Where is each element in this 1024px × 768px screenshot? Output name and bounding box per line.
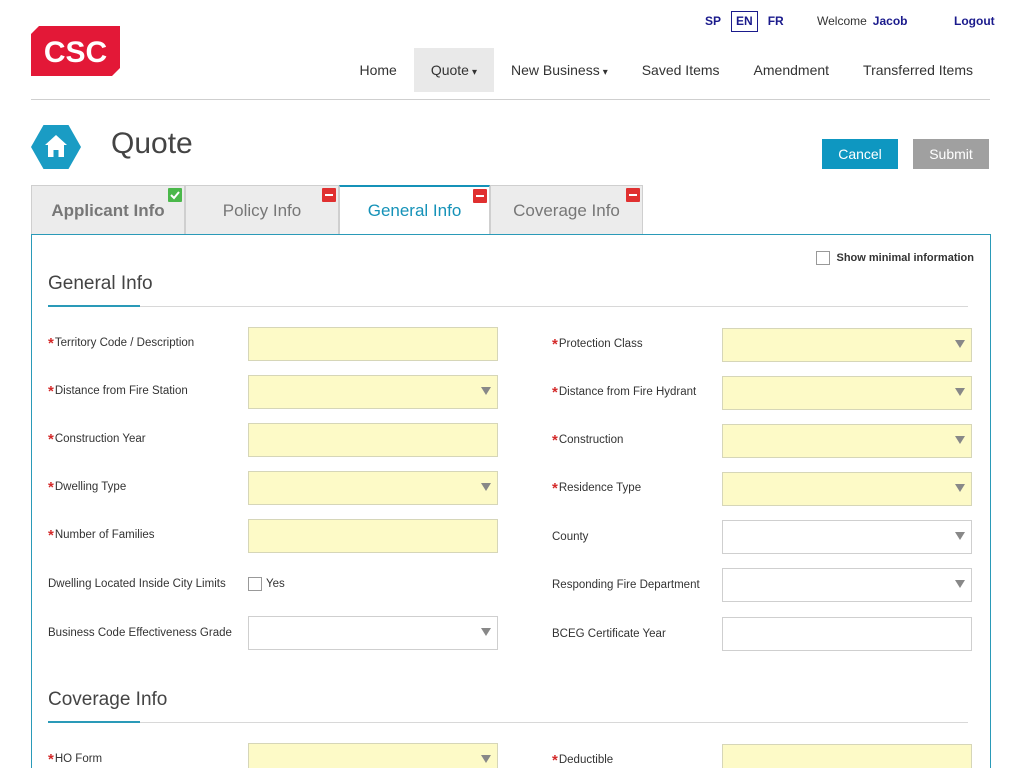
general-info-heading: General Info bbox=[48, 273, 153, 294]
check-icon bbox=[168, 188, 182, 202]
construction-select[interactable] bbox=[722, 424, 972, 458]
nav-saved-items[interactable]: Saved Items bbox=[625, 48, 737, 92]
dwelling-type-label: *Dwelling Type bbox=[48, 479, 127, 496]
logo-text: CSC bbox=[44, 36, 107, 69]
deductible-label: *Deductible bbox=[552, 752, 614, 768]
coverage-info-divider bbox=[48, 721, 968, 723]
distance-station-label: *Distance from Fire Station bbox=[48, 383, 188, 400]
city-limits-label: Dwelling Located Inside City Limits bbox=[48, 578, 226, 590]
bceg-year-label: BCEG Certificate Year bbox=[552, 628, 666, 640]
language-switcher: SP EN FR bbox=[700, 11, 794, 32]
user-name[interactable]: Jacob bbox=[873, 14, 908, 28]
lang-sp[interactable]: SP bbox=[700, 11, 726, 32]
nav-quote[interactable]: Quote ▾ bbox=[413, 48, 494, 92]
nav-transferred-items[interactable]: Transferred Items bbox=[846, 48, 990, 92]
coverage-info-heading: Coverage Info bbox=[48, 689, 168, 710]
fire-department-label: Responding Fire Department bbox=[552, 579, 700, 591]
fire-department-select[interactable] bbox=[722, 568, 972, 602]
minus-icon bbox=[473, 189, 487, 203]
chevron-down-icon: ▾ bbox=[471, 67, 477, 78]
chevron-down-icon bbox=[955, 484, 965, 492]
lang-en[interactable]: EN bbox=[731, 11, 758, 32]
logout-link[interactable]: Logout bbox=[954, 14, 995, 28]
home-icon[interactable] bbox=[31, 122, 81, 172]
chevron-down-icon bbox=[955, 340, 965, 348]
welcome-message: Welcome Jacob bbox=[817, 14, 907, 28]
tab-general-info[interactable]: General Info bbox=[339, 185, 490, 236]
construction-year-input[interactable] bbox=[248, 423, 498, 457]
nav-home[interactable]: Home bbox=[342, 48, 413, 92]
county-label: County bbox=[552, 531, 589, 543]
number-families-label: *Number of Families bbox=[48, 527, 155, 544]
welcome-label: Welcome bbox=[817, 14, 867, 28]
minus-icon bbox=[626, 188, 640, 202]
show-minimal-toggle[interactable]: Show minimal information bbox=[816, 251, 974, 265]
number-families-input[interactable] bbox=[248, 519, 498, 553]
header-divider bbox=[31, 99, 990, 100]
city-limits-toggle[interactable]: Yes bbox=[248, 577, 285, 591]
tab-panel: Show minimal information General Info *T… bbox=[31, 234, 991, 768]
chevron-down-icon bbox=[955, 388, 965, 396]
construction-year-label: *Construction Year bbox=[48, 431, 146, 448]
minus-icon bbox=[322, 188, 336, 202]
distance-hydrant-select[interactable] bbox=[722, 376, 972, 410]
city-limits-checkbox[interactable] bbox=[248, 577, 262, 591]
tab-applicant-info[interactable]: Applicant Info bbox=[31, 185, 185, 235]
bceg-grade-label: Business Code Effectiveness Grade bbox=[48, 627, 232, 639]
tab-policy-info[interactable]: Policy Info bbox=[185, 185, 339, 235]
general-info-divider bbox=[48, 305, 968, 307]
submit-button[interactable]: Submit bbox=[913, 139, 989, 169]
ho-form-select[interactable] bbox=[248, 743, 498, 768]
dwelling-type-select[interactable] bbox=[248, 471, 498, 505]
chevron-down-icon bbox=[955, 580, 965, 588]
chevron-down-icon bbox=[481, 387, 491, 395]
construction-label: *Construction bbox=[552, 432, 624, 449]
ho-form-label: *HO Form bbox=[48, 751, 103, 768]
distance-station-select[interactable] bbox=[248, 375, 498, 409]
chevron-down-icon: ▾ bbox=[602, 67, 608, 78]
residence-type-label: *Residence Type bbox=[552, 480, 642, 497]
tab-coverage-info[interactable]: Coverage Info bbox=[490, 185, 643, 235]
show-minimal-checkbox[interactable] bbox=[816, 251, 831, 265]
bceg-grade-select[interactable] bbox=[248, 616, 498, 650]
deductible-input[interactable] bbox=[722, 744, 972, 768]
nav-amendment[interactable]: Amendment bbox=[737, 48, 846, 92]
bceg-year-input[interactable] bbox=[722, 617, 972, 651]
chevron-down-icon bbox=[481, 628, 491, 636]
chevron-down-icon bbox=[955, 436, 965, 444]
nav-new-business[interactable]: New Business ▾ bbox=[494, 48, 625, 92]
residence-type-select[interactable] bbox=[722, 472, 972, 506]
chevron-down-icon bbox=[481, 483, 491, 491]
main-nav: Home Quote ▾ New Business ▾ Saved Items Am… bbox=[342, 48, 990, 92]
chevron-down-icon bbox=[955, 532, 965, 540]
chevron-down-icon bbox=[481, 755, 491, 763]
protection-class-label: *Protection Class bbox=[552, 336, 643, 353]
distance-hydrant-label: *Distance from Fire Hydrant bbox=[552, 384, 697, 401]
county-select[interactable] bbox=[722, 520, 972, 554]
page-title: Quote bbox=[111, 127, 193, 160]
quote-tabs: Applicant Info Policy Info General Info … bbox=[31, 185, 643, 236]
cancel-button[interactable]: Cancel bbox=[822, 139, 898, 169]
protection-class-select[interactable] bbox=[722, 328, 972, 362]
territory-input[interactable] bbox=[248, 327, 498, 361]
lang-fr[interactable]: FR bbox=[763, 11, 789, 32]
territory-label: *Territory Code / Description bbox=[48, 335, 195, 352]
csc-logo[interactable]: CSC bbox=[31, 26, 120, 76]
